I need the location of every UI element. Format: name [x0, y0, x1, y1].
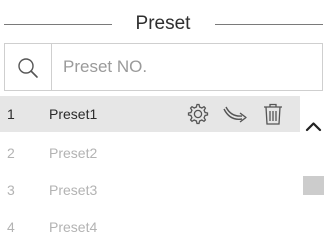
preset-list-scrollbar[interactable]: [302, 96, 325, 247]
preset-index: 4: [7, 219, 15, 235]
header-divider-left: [4, 24, 112, 25]
header-divider-right: [215, 24, 323, 25]
preset-row[interactable]: 2 Preset2: [0, 135, 300, 171]
preset-name: Preset3: [49, 182, 98, 198]
preset-index: 1: [7, 106, 15, 122]
preset-list: 1 Preset1 2 Preset2 3 Preset3 4 Preset4: [0, 96, 327, 247]
trash-icon[interactable]: [260, 102, 286, 126]
preset-row[interactable]: 4 Preset4: [0, 209, 300, 245]
preset-index: 3: [7, 182, 15, 198]
call-preset-icon[interactable]: [222, 102, 248, 126]
search-box: [4, 43, 323, 91]
preset-number-input[interactable]: [63, 44, 313, 90]
scrollbar-thumb[interactable]: [303, 176, 324, 195]
preset-panel-header: Preset: [0, 12, 327, 36]
preset-index: 2: [7, 145, 15, 161]
preset-name: Preset2: [49, 145, 98, 161]
preset-row[interactable]: 1 Preset1: [0, 96, 300, 132]
panel-title: Preset: [135, 13, 191, 34]
preset-name: Preset4: [49, 219, 98, 235]
chevron-up-icon[interactable]: [302, 116, 325, 136]
search-button[interactable]: [5, 44, 52, 90]
gear-icon[interactable]: [184, 102, 210, 126]
preset-name: Preset1: [49, 106, 98, 122]
preset-row[interactable]: 3 Preset3: [0, 172, 300, 208]
